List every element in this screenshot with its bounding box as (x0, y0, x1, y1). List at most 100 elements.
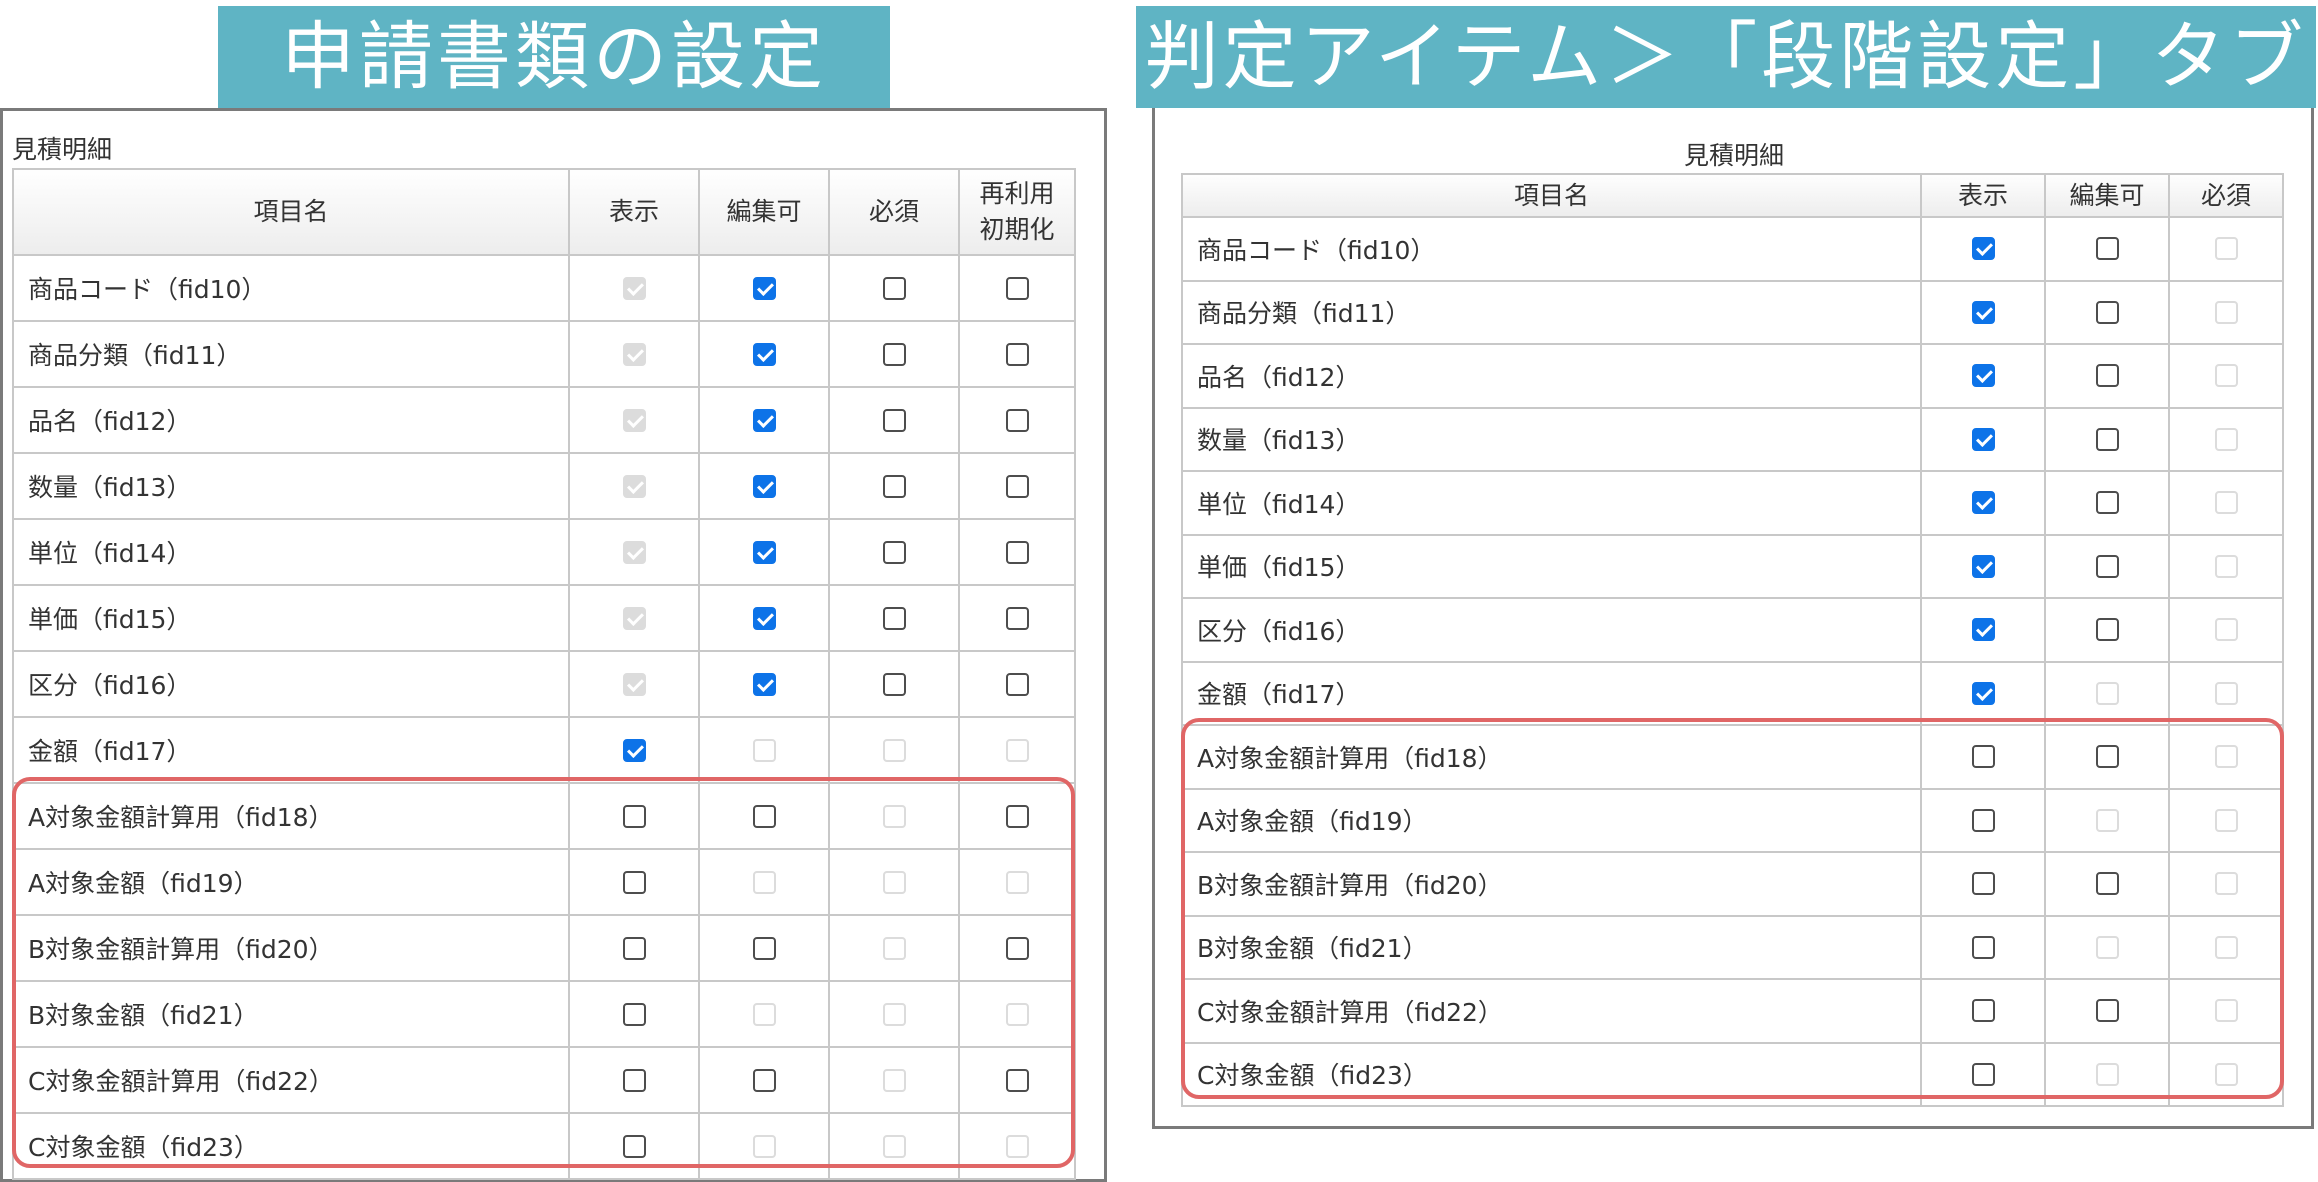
field-name: B対象金額（fid21） (12, 982, 570, 1046)
required-checkbox[interactable] (882, 474, 906, 498)
editable-checkbox[interactable] (2095, 554, 2119, 578)
show-checkbox[interactable] (1971, 618, 1995, 642)
show-checkbox[interactable] (1971, 1062, 1995, 1086)
reuse-init-checkbox[interactable] (1005, 606, 1029, 630)
show-checkbox[interactable] (622, 1068, 646, 1092)
reuse-init-checkbox[interactable] (1005, 540, 1029, 564)
editable-checkbox[interactable] (2095, 745, 2119, 769)
editable-checkbox[interactable] (752, 474, 776, 498)
required-checkbox[interactable] (882, 606, 906, 630)
required-cell (2170, 789, 2284, 851)
editable-checkbox[interactable] (752, 276, 776, 300)
required-checkbox[interactable] (882, 672, 906, 696)
column-header-item-name: 項目名 (1181, 173, 1922, 216)
table-row: 単価（fid15） (1181, 535, 2284, 599)
reuse-init-checkbox[interactable] (1005, 936, 1029, 960)
editable-checkbox (2095, 935, 2119, 959)
editable-checkbox[interactable] (752, 342, 776, 366)
show-checkbox[interactable] (1971, 364, 1995, 388)
table-row: B対象金額計算用（fid20） (1181, 853, 2284, 917)
field-name: A対象金額（fid19） (1181, 789, 1922, 851)
required-checkbox[interactable] (882, 276, 906, 300)
reuse-init-checkbox[interactable] (1005, 408, 1029, 432)
editable-checkbox[interactable] (2095, 491, 2119, 515)
show-cell (1922, 281, 2046, 343)
show-checkbox[interactable] (1971, 872, 1995, 896)
required-cell (830, 916, 960, 980)
editable-checkbox[interactable] (2095, 618, 2119, 642)
show-checkbox[interactable] (622, 804, 646, 828)
show-checkbox[interactable] (1971, 237, 1995, 261)
show-checkbox[interactable] (1971, 935, 1995, 959)
required-checkbox[interactable] (882, 540, 906, 564)
editable-cell (700, 454, 830, 518)
editable-cell (2046, 1043, 2170, 1105)
show-cell (570, 520, 700, 584)
show-checkbox[interactable] (1971, 999, 1995, 1023)
required-cell (2170, 218, 2284, 280)
reuse-init-checkbox[interactable] (1005, 804, 1029, 828)
required-checkbox (882, 738, 906, 762)
required-checkbox (882, 936, 906, 960)
reuse-init-checkbox[interactable] (1005, 342, 1029, 366)
editable-checkbox (752, 870, 776, 894)
show-checkbox[interactable] (1971, 491, 1995, 515)
editable-checkbox[interactable] (752, 540, 776, 564)
editable-checkbox (2095, 808, 2119, 832)
show-cell (1922, 1043, 2046, 1105)
editable-checkbox[interactable] (752, 1068, 776, 1092)
show-checkbox[interactable] (622, 1002, 646, 1026)
show-checkbox[interactable] (1971, 554, 1995, 578)
show-checkbox[interactable] (622, 1134, 646, 1158)
reuse-init-checkbox[interactable] (1005, 276, 1029, 300)
required-cell (830, 784, 960, 848)
editable-checkbox[interactable] (2095, 999, 2119, 1023)
show-checkbox[interactable] (1971, 427, 1995, 451)
editable-cell (2046, 218, 2170, 280)
show-checkbox[interactable] (622, 870, 646, 894)
required-cell (2170, 980, 2284, 1042)
field-name: 単価（fid15） (1181, 535, 1922, 597)
show-checkbox[interactable] (1971, 300, 1995, 324)
editable-checkbox[interactable] (2095, 872, 2119, 896)
reuse-init-checkbox[interactable] (1005, 474, 1029, 498)
field-name: 区分（fid16） (12, 652, 570, 716)
column-header-show: 表示 (570, 168, 700, 254)
show-checkbox (622, 276, 646, 300)
required-checkbox (882, 870, 906, 894)
required-checkbox (882, 1134, 906, 1158)
field-name: 商品分類（fid11） (1181, 281, 1922, 343)
field-name: 品名（fid12） (12, 388, 570, 452)
required-cell (830, 1048, 960, 1112)
editable-checkbox[interactable] (2095, 300, 2119, 324)
required-checkbox[interactable] (882, 342, 906, 366)
show-checkbox[interactable] (1971, 745, 1995, 769)
reuse-init-cell (960, 1114, 1076, 1178)
editable-checkbox[interactable] (752, 408, 776, 432)
reuse-init-checkbox[interactable] (1005, 1068, 1029, 1092)
editable-cell (700, 388, 830, 452)
editable-cell (700, 586, 830, 650)
editable-checkbox[interactable] (2095, 364, 2119, 388)
editable-checkbox[interactable] (2095, 427, 2119, 451)
editable-cell (2046, 853, 2170, 915)
required-checkbox[interactable] (882, 408, 906, 432)
editable-cell (2046, 599, 2170, 661)
editable-checkbox[interactable] (2095, 237, 2119, 261)
required-checkbox (2214, 999, 2238, 1023)
show-checkbox[interactable] (622, 738, 646, 762)
editable-checkbox[interactable] (752, 606, 776, 630)
table-row: A対象金額（fid19） (1181, 789, 2284, 853)
column-header-item-name: 項目名 (12, 168, 570, 254)
show-checkbox[interactable] (1971, 808, 1995, 832)
table-row: 金額（fid17） (1181, 662, 2284, 726)
show-checkbox[interactable] (622, 936, 646, 960)
table-row: C対象金額計算用（fid22） (12, 1048, 1076, 1114)
column-header-show: 表示 (1922, 173, 2046, 216)
editable-checkbox[interactable] (752, 804, 776, 828)
show-checkbox[interactable] (1971, 681, 1995, 705)
reuse-init-checkbox[interactable] (1005, 672, 1029, 696)
editable-checkbox[interactable] (752, 672, 776, 696)
editable-cell (700, 1114, 830, 1178)
editable-checkbox[interactable] (752, 936, 776, 960)
